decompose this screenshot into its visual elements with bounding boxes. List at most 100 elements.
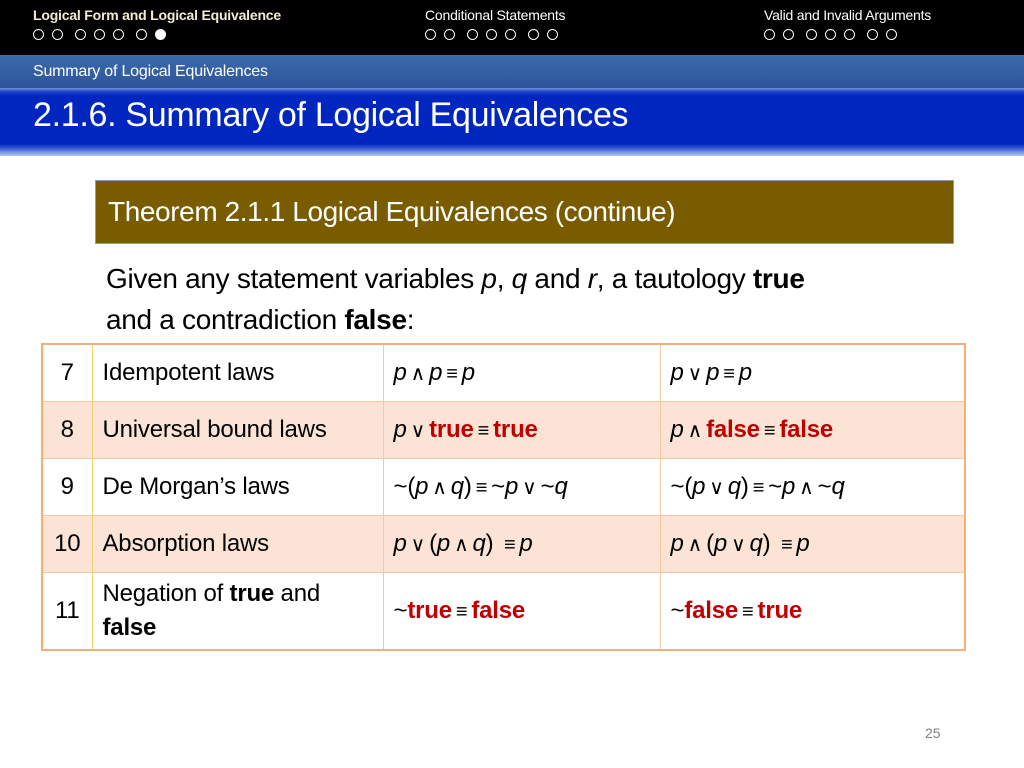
law-equivalence-2: p ∨ p ≡ p <box>659 343 966 402</box>
paren: ( <box>706 529 714 557</box>
and-symbol: ∧ <box>799 476 814 499</box>
nav-dot-icon[interactable] <box>444 29 455 40</box>
variable-r: r <box>587 263 597 294</box>
nav-dot-icon[interactable] <box>505 29 516 40</box>
top-navigation-bar: Logical Form and Logical Equivalence Con… <box>0 0 1024 55</box>
law-equivalence-2: p ∧ false ≡ false <box>659 400 966 459</box>
nav-dot-icon[interactable] <box>113 29 124 40</box>
law-number: 7 <box>41 343 93 402</box>
and-symbol: ∧ <box>687 533 703 556</box>
var: p <box>429 358 443 386</box>
var: p <box>461 358 475 386</box>
not-symbol: ~ <box>670 472 685 500</box>
var: p <box>393 415 407 443</box>
law-equivalence-2: ~false ≡ true <box>659 571 966 651</box>
nav-dot-icon[interactable] <box>783 29 794 40</box>
nav-progress-dots <box>425 29 566 40</box>
law-name-text: and <box>274 579 321 607</box>
nav-dot-icon[interactable] <box>844 29 855 40</box>
keyword-true: true <box>429 415 474 443</box>
equiv-symbol: ≡ <box>780 533 793 556</box>
variable-p: p <box>481 263 497 294</box>
var: q <box>472 529 486 557</box>
nav-dot-icon[interactable] <box>867 29 878 40</box>
nav-dot-icon[interactable] <box>425 29 436 40</box>
nav-dot-icon[interactable] <box>547 29 558 40</box>
law-name: Negation of true and false <box>91 571 384 651</box>
keyword-true: true <box>757 596 803 624</box>
nav-section-valid-invalid-arguments[interactable]: Valid and Invalid Arguments <box>764 7 931 40</box>
nav-section-conditional-statements[interactable]: Conditional Statements <box>425 7 566 40</box>
var: p <box>436 529 451 557</box>
law-equivalence-1: ~true ≡ false <box>382 571 661 651</box>
keyword-false: false <box>706 415 760 443</box>
table-row: 11 Negation of true and false ~true ≡ fals… <box>41 571 966 651</box>
var: q <box>450 472 464 500</box>
keyword-true: true <box>752 263 805 294</box>
nav-dot-icon[interactable] <box>528 29 539 40</box>
var: p <box>393 358 407 386</box>
intro-text: : <box>406 304 415 335</box>
var: p <box>519 529 533 557</box>
nav-section-title[interactable]: Conditional Statements <box>425 7 566 23</box>
nav-dot-icon[interactable] <box>806 29 817 40</box>
intro-text: and a contradiction <box>106 304 345 335</box>
intro-paragraph: Given any statement variables p, q and r… <box>106 258 956 340</box>
law-name-text: Negation of <box>102 579 230 607</box>
not-symbol: ~ <box>491 472 505 500</box>
law-equivalence-2: ~(p ∨ q) ≡ ~p ∧ ~q <box>659 457 966 516</box>
variable-q: q <box>511 263 528 294</box>
nav-dot-icon[interactable] <box>886 29 897 40</box>
nav-dot-icon[interactable] <box>94 29 105 40</box>
var: p <box>505 472 519 500</box>
var: q <box>749 529 763 557</box>
table-row: 8 Universal bound laws p ∨ true ≡ true p ∧ fal… <box>41 400 966 459</box>
title-band: 2.1.6. Summary of Logical Equivalences <box>0 88 1024 156</box>
subsection-title: Summary of Logical Equivalences <box>33 63 268 80</box>
var: q <box>727 472 741 500</box>
equiv-symbol: ≡ <box>477 419 490 442</box>
law-equivalence-2: p ∧ (p ∨ q) ≡ p <box>659 514 966 573</box>
law-number: 9 <box>41 457 93 516</box>
law-name: Universal bound laws <box>91 400 384 459</box>
paren: ) <box>762 529 771 557</box>
nav-dot-icon[interactable] <box>486 29 497 40</box>
and-symbol: ∧ <box>687 419 703 442</box>
nav-section-title[interactable]: Logical Form and Logical Equivalence <box>33 7 281 23</box>
var: p <box>713 529 728 557</box>
and-symbol: ∧ <box>454 533 469 556</box>
var: p <box>782 472 796 500</box>
intro-text: , <box>496 263 512 294</box>
var: p <box>706 358 720 386</box>
law-number: 11 <box>41 571 93 651</box>
nav-section-title[interactable]: Valid and Invalid Arguments <box>764 7 931 23</box>
law-equivalence-1: p ∨ true ≡ true <box>382 400 661 459</box>
nav-dot-icon[interactable] <box>33 29 44 40</box>
nav-dot-icon[interactable] <box>136 29 147 40</box>
nav-dot-icon[interactable] <box>764 29 775 40</box>
equiv-symbol: ≡ <box>455 600 468 623</box>
var: q <box>554 472 568 500</box>
nav-dot-current-icon[interactable] <box>155 29 166 40</box>
not-symbol: ~ <box>393 472 408 500</box>
nav-section-logical-form[interactable]: Logical Form and Logical Equivalence <box>33 7 281 40</box>
nav-dot-icon[interactable] <box>825 29 836 40</box>
equiv-symbol: ≡ <box>503 533 516 556</box>
nav-progress-dots <box>764 29 931 40</box>
theorem-box: Theorem 2.1.1 Logical Equivalences (cont… <box>95 180 954 244</box>
keyword-false: false <box>779 415 834 443</box>
law-number: 10 <box>41 514 93 573</box>
page-number: 25 <box>925 725 941 741</box>
law-name: Absorption laws <box>91 514 384 573</box>
not-symbol: ~ <box>670 596 685 624</box>
law-equivalence-1: ~(p ∧ q) ≡ ~p ∨ ~q <box>382 457 661 516</box>
var: q <box>831 472 845 500</box>
nav-dot-icon[interactable] <box>52 29 63 40</box>
equiv-symbol: ≡ <box>475 476 488 499</box>
slide-title: 2.1.6. Summary of Logical Equivalences <box>33 96 629 134</box>
var: p <box>670 358 684 386</box>
and-symbol: ∧ <box>410 362 426 385</box>
paren: ( <box>684 472 693 500</box>
nav-dot-icon[interactable] <box>467 29 478 40</box>
nav-dot-icon[interactable] <box>75 29 86 40</box>
